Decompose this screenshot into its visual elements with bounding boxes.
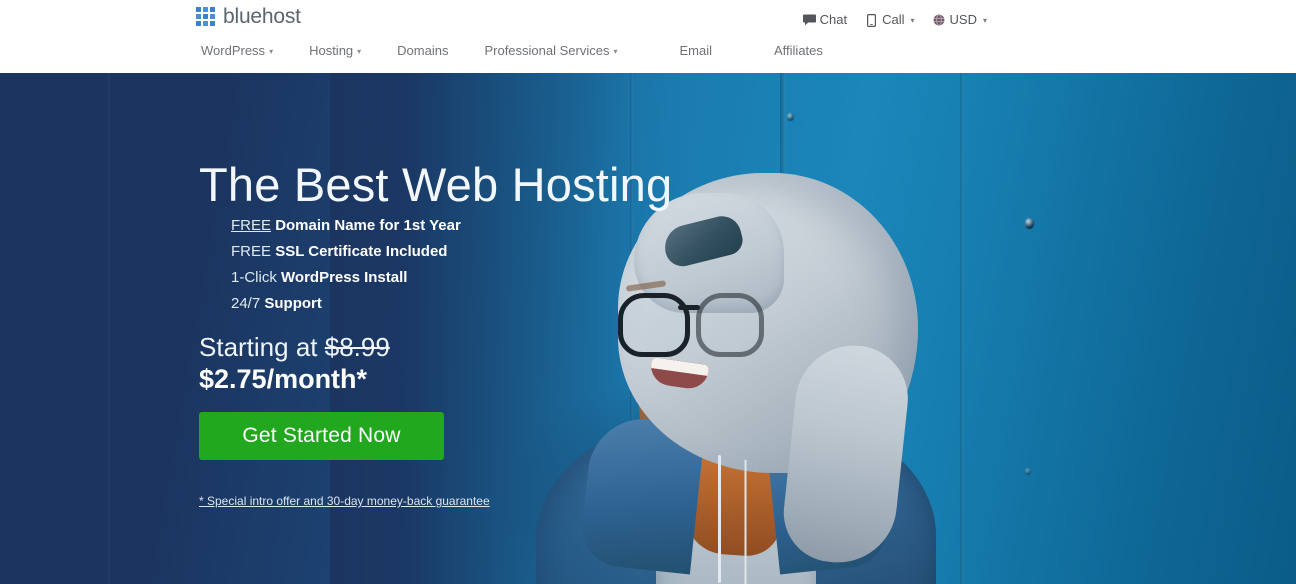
site-header: bluehost Chat Call ▾ USD ▾ WordPress ▾ H… <box>0 0 1296 73</box>
nav-label-wordpress: WordPress <box>201 43 266 58</box>
feature-lead: 1-Click <box>231 269 277 286</box>
grid-icon <box>196 7 215 26</box>
hero-pricing: Starting at $8.99 $2.75/month* <box>199 331 390 395</box>
feature-rest: Support <box>264 295 322 312</box>
utility-nav-label-chat: Chat <box>819 12 848 27</box>
feature-item: 1-Click WordPress Install <box>231 265 461 291</box>
hero-feature-list: FREE Domain Name for 1st Year FREE SSL C… <box>231 213 461 317</box>
feature-lead: FREE <box>231 243 272 260</box>
nav-label-affiliates: Affiliates <box>774 43 823 58</box>
offer-disclaimer-link[interactable]: * Special intro offer and 30-day money-b… <box>199 494 490 508</box>
chevron-down-icon: ▾ <box>910 16 915 25</box>
feature-item: 24/7 Support <box>231 291 461 317</box>
mobile-phone-icon <box>865 13 878 27</box>
chevron-down-icon: ▾ <box>613 47 618 56</box>
nav-item-affiliates[interactable]: Affiliates <box>763 41 834 61</box>
utility-nav-item-call[interactable]: Call ▾ <box>856 8 923 32</box>
feature-item: FREE Domain Name for 1st Year <box>231 213 461 239</box>
utility-nav-label-call: Call <box>882 12 905 27</box>
price-line-old: Starting at $8.99 <box>199 331 390 363</box>
utility-nav-item-chat[interactable]: Chat <box>794 8 856 32</box>
nav-label-domains: Domains <box>397 43 449 58</box>
chevron-down-icon: ▾ <box>269 47 274 56</box>
nav-item-hosting[interactable]: Hosting ▾ <box>298 41 372 61</box>
hero-section: The Best Web Hosting FREE Domain Name fo… <box>0 73 1296 584</box>
feature-lead: FREE <box>231 217 272 234</box>
price-current: $2.75/month* <box>199 364 368 394</box>
feature-item: FREE SSL Certificate Included <box>231 239 461 265</box>
bluehost-landing-page: bluehost Chat Call ▾ USD ▾ WordPress ▾ H… <box>0 0 1296 584</box>
nav-label-hosting: Hosting <box>309 43 354 58</box>
brand-name: bluehost <box>223 5 301 28</box>
chevron-down-icon: ▾ <box>357 47 362 56</box>
nav-item-domains[interactable]: Domains <box>386 41 459 61</box>
utility-nav-item-currency[interactable]: USD ▾ <box>924 8 996 32</box>
get-started-button[interactable]: Get Started Now <box>199 412 444 460</box>
nav-item-wordpress[interactable]: WordPress ▾ <box>190 41 284 61</box>
utility-nav: Chat Call ▾ USD ▾ <box>794 8 996 32</box>
chevron-down-icon: ▾ <box>982 16 987 25</box>
nav-item-email[interactable]: Email <box>668 41 723 61</box>
hero-title: The Best Web Hosting <box>199 158 673 212</box>
feature-rest: Domain Name for 1st Year <box>275 217 461 234</box>
hero-content: The Best Web Hosting FREE Domain Name fo… <box>0 73 1296 584</box>
brand-logo[interactable]: bluehost <box>196 6 301 27</box>
feature-rest: WordPress Install <box>281 269 408 286</box>
nav-label-professional-services: Professional Services <box>484 43 610 58</box>
main-nav: WordPress ▾ Hosting ▾ Domains Profession… <box>190 41 834 61</box>
feature-rest: SSL Certificate Included <box>275 243 448 260</box>
globe-icon <box>933 13 946 27</box>
price-prefix: Starting at <box>199 332 318 362</box>
utility-nav-label-currency: USD <box>949 12 977 27</box>
chat-bubble-icon <box>802 13 816 27</box>
nav-item-professional-services[interactable]: Professional Services ▾ <box>473 41 628 61</box>
price-original: $8.99 <box>324 332 390 362</box>
nav-label-email: Email <box>679 43 712 58</box>
feature-lead: 24/7 <box>231 295 261 312</box>
